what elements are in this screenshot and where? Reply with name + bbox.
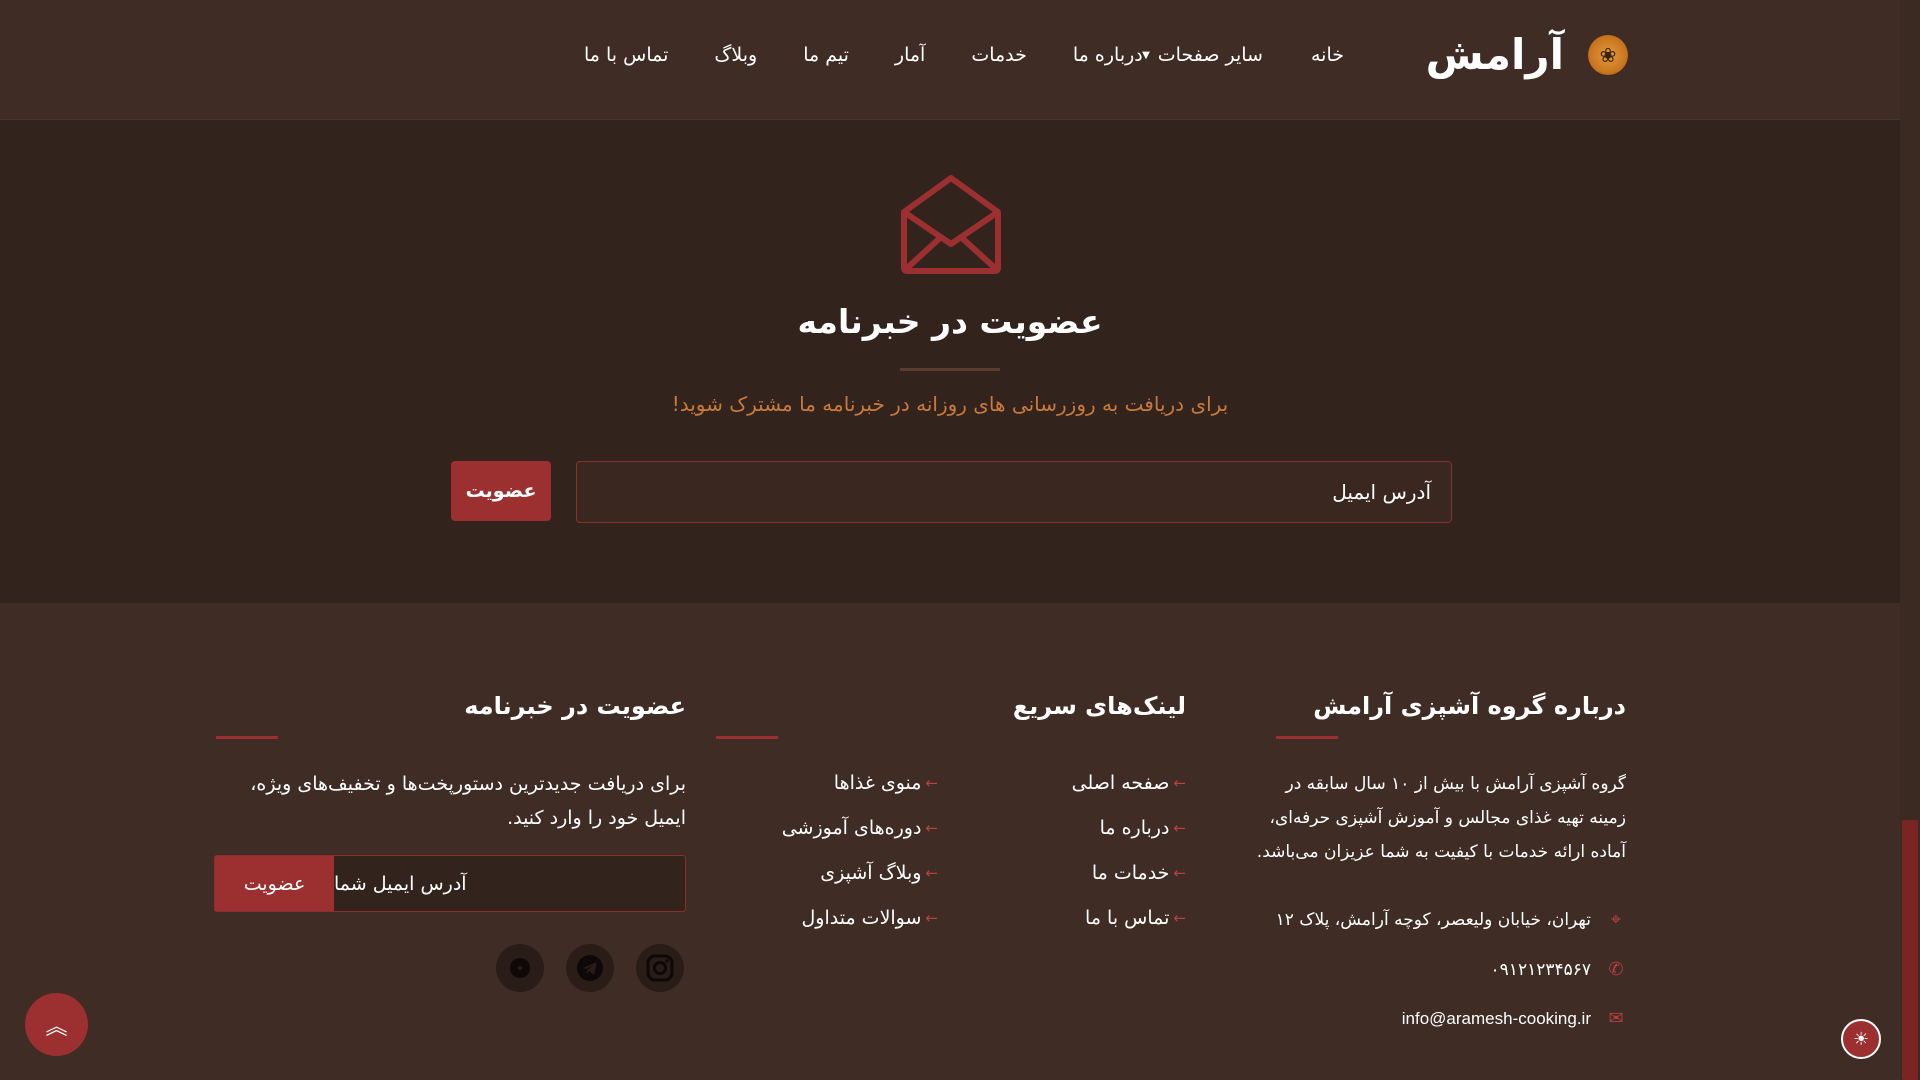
- footer-newsletter-title: عضویت در خبرنامه: [464, 692, 686, 720]
- quick-link[interactable]: ← صفحه اصلی: [1072, 772, 1186, 794]
- sun-icon: ☀: [1852, 1028, 1870, 1050]
- envelope-open-icon: [901, 175, 1001, 274]
- quick-link[interactable]: ← سوالات متداول: [782, 907, 939, 929]
- footer-newsletter-form: عضویت آدرس ایمیل شما: [214, 855, 686, 912]
- phone-icon: ✆: [1608, 959, 1624, 980]
- quick-link-label: تماس با ما: [1085, 907, 1170, 929]
- arrow-icon: ←: [925, 819, 938, 837]
- theme-toggle-button[interactable]: ☀: [1841, 1019, 1881, 1059]
- map-pin-icon: ⌖: [1610, 909, 1622, 930]
- arrow-icon: ←: [925, 864, 938, 882]
- quick-link[interactable]: ← دوره‌های آموزشی: [782, 817, 938, 839]
- nav-home[interactable]: خانه: [1311, 44, 1344, 66]
- quick-link-label: دوره‌های آموزشی: [781, 817, 922, 839]
- email-input[interactable]: آدرس ایمیل: [576, 461, 1452, 523]
- footer-newsletter-underline: [216, 736, 278, 739]
- nav-team[interactable]: تیم ما: [803, 44, 849, 66]
- newsletter-title: عضویت در خبرنامه: [797, 302, 1103, 341]
- quick-links-col-1: ← صفحه اصلی ← درباره ما ← خدمات ما ← تماس با…: [1072, 772, 1186, 929]
- main-nav-secondary: درباره ما خدمات آمار تیم ما وبلاگ تماس ب…: [584, 44, 1143, 66]
- footer-email-input[interactable]: آدرس ایمیل شما: [334, 856, 685, 911]
- caret-down-icon: ▼: [1142, 49, 1150, 61]
- arrow-icon: ←: [925, 774, 938, 792]
- logo-text: آرامش: [1425, 30, 1564, 79]
- quick-links-title: لینک‌های سریع: [1012, 692, 1186, 720]
- contact-phone[interactable]: ✆ ۰۹۱۲۱۲۳۴۵۶۷: [1491, 959, 1627, 980]
- email-text: info@aramesh-cooking.ir: [1401, 1008, 1591, 1028]
- arrow-icon: ←: [1173, 909, 1186, 927]
- nav-about[interactable]: درباره ما: [1073, 44, 1143, 66]
- quick-links-col-2: ← منوی غذاها ← دوره‌های آموزشی ← وبلاگ آشپز…: [782, 772, 938, 929]
- logo[interactable]: ❀ آرامش: [1426, 30, 1628, 79]
- contact-email[interactable]: ✉ info@aramesh-cooking.ir: [1402, 1008, 1627, 1029]
- quick-link-label: خدمات ما: [1091, 862, 1170, 884]
- phone-text: ۰۹۱۲۱۲۳۴۵۶۷: [1490, 959, 1591, 980]
- footer-newsletter-text: برای دریافت جدیدترین دستورپخت‌ها و تخفیف…: [250, 773, 686, 829]
- about-text: گروه آشپزی آرامش با بیش از ۱۰ سال سابقه …: [1256, 774, 1626, 862]
- mail-icon: ✉: [1608, 1008, 1624, 1029]
- title-divider: [900, 368, 1000, 371]
- newsletter-section: عضویت در خبرنامه برای دریافت به روزرسانی…: [0, 120, 1900, 603]
- scrollbar-thumb[interactable]: [1902, 820, 1918, 1080]
- nav-more-pages[interactable]: سایر صفحات ▼: [1142, 44, 1263, 66]
- quick-links-underline: [716, 736, 778, 739]
- arrow-icon: ←: [1173, 774, 1186, 792]
- arrow-icon: ←: [1173, 864, 1186, 882]
- contact-address: ⌖ تهران، خیابان ولیعصر، کوچه آرامش، پلاک…: [1276, 909, 1627, 930]
- footer-subscribe-button[interactable]: عضویت: [215, 856, 334, 911]
- social-links: [496, 944, 684, 992]
- quick-link[interactable]: ← درباره ما: [1072, 817, 1186, 839]
- quick-link[interactable]: ← وبلاگ آشپزی: [782, 862, 938, 884]
- quick-link[interactable]: ← خدمات ما: [1072, 862, 1186, 884]
- aparat-icon[interactable]: [496, 944, 544, 992]
- about-title-underline: [1276, 736, 1338, 739]
- quick-link-label: صفحه اصلی: [1071, 772, 1170, 794]
- site-header: ❀ آرامش خانه سایر صفحات ▼ درباره ما خدما…: [0, 0, 1900, 120]
- subscribe-button[interactable]: عضویت: [451, 461, 551, 521]
- quick-link[interactable]: ← تماس با ما: [1072, 907, 1186, 929]
- quick-link-label: سوالات متداول: [801, 907, 922, 929]
- arrow-icon: ←: [925, 909, 938, 927]
- instagram-icon[interactable]: [636, 944, 684, 992]
- quick-link-label: وبلاگ آشپزی: [820, 862, 922, 884]
- about-title: درباره گروه آشپزی آرامش: [1313, 692, 1626, 720]
- quick-link-label: منوی غذاها: [833, 772, 922, 794]
- address-text: تهران، خیابان ولیعصر، کوچه آرامش، پلاک ۱…: [1275, 909, 1591, 930]
- nav-contact[interactable]: تماس با ما: [584, 44, 668, 66]
- arrow-icon: ←: [1173, 819, 1186, 837]
- telegram-icon[interactable]: [566, 944, 614, 992]
- quick-link[interactable]: ← منوی غذاها: [782, 772, 938, 794]
- double-chevron-up-icon: ︽: [45, 1014, 68, 1040]
- wheat-icon: ❀: [1588, 34, 1628, 75]
- scroll-to-top-button[interactable]: ︽: [25, 993, 88, 1056]
- nav-blog[interactable]: وبلاگ: [714, 44, 757, 66]
- newsletter-subtitle: برای دریافت به روزرسانی های روزانه در خب…: [671, 392, 1229, 416]
- nav-more-pages-label: سایر صفحات: [1157, 44, 1263, 66]
- quick-link-label: درباره ما: [1099, 817, 1170, 839]
- nav-services[interactable]: خدمات: [971, 44, 1027, 66]
- nav-stats[interactable]: آمار: [895, 44, 925, 66]
